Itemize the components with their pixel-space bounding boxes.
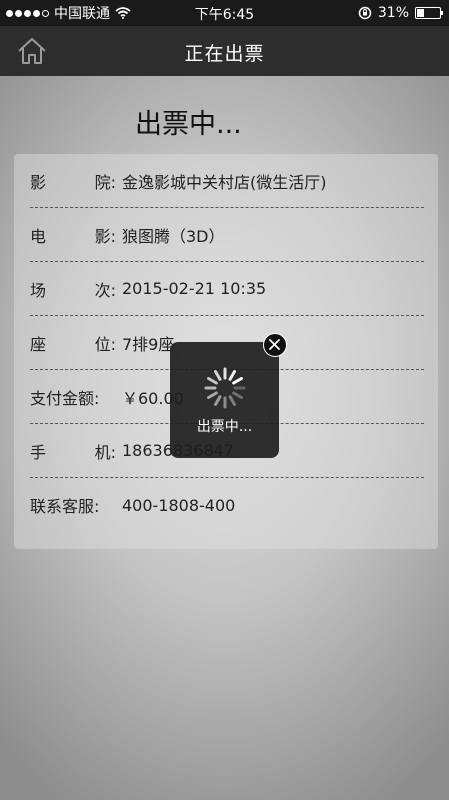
spinner-spoke [228, 395, 236, 406]
battery-level [417, 9, 424, 17]
page-heading: 出票中... [135, 109, 242, 140]
detail-row-movie: 电影: 狼图腾（3D） [30, 208, 424, 262]
rotation-lock-icon [358, 6, 372, 20]
detail-label: 座位: [30, 334, 116, 354]
spinner-spoke [232, 391, 243, 399]
loading-text: 出票中... [196, 419, 253, 435]
detail-label: 电影: [30, 226, 116, 246]
detail-value: 狼图腾（3D） [122, 226, 225, 246]
spinner-spoke [214, 370, 222, 381]
nav-title: 正在出票 [184, 43, 265, 65]
detail-value: 400-1808-400 [122, 495, 236, 515]
detail-label: 场次: [30, 280, 116, 300]
detail-label: 手机: [30, 442, 116, 462]
detail-row-cinema: 影院: 金逸影城中关村店(微生活厅) [30, 154, 424, 208]
close-button[interactable] [263, 333, 287, 357]
spinner-spoke [207, 391, 218, 399]
spinner-spoke [207, 377, 218, 385]
nav-bar: 正在出票 [0, 26, 449, 76]
spinner-spoke [232, 377, 243, 385]
status-bar: 中国联通 下午6:45 31% [0, 0, 449, 26]
loading-dialog: 出票中... [170, 342, 279, 458]
detail-label: 联系客服: [30, 497, 100, 516]
status-right: 31% [358, 0, 443, 26]
detail-value: 2015-02-21 10:35 [122, 279, 267, 298]
detail-row-showtime: 场次: 2015-02-21 10:35 [30, 262, 424, 316]
close-icon [269, 339, 280, 350]
battery-percent: 31% [377, 5, 409, 21]
battery-icon [415, 7, 443, 19]
detail-value: 金逸影城中关村店(微生活厅) [122, 172, 327, 192]
detail-label: 影院: [30, 172, 116, 192]
spinner-spoke [214, 395, 222, 406]
detail-label: 支付金额: [30, 388, 100, 408]
spinner-spoke [228, 370, 236, 381]
spinner-icon [204, 367, 246, 409]
detail-row-service: 联系客服: 400-1808-400 [30, 478, 424, 532]
